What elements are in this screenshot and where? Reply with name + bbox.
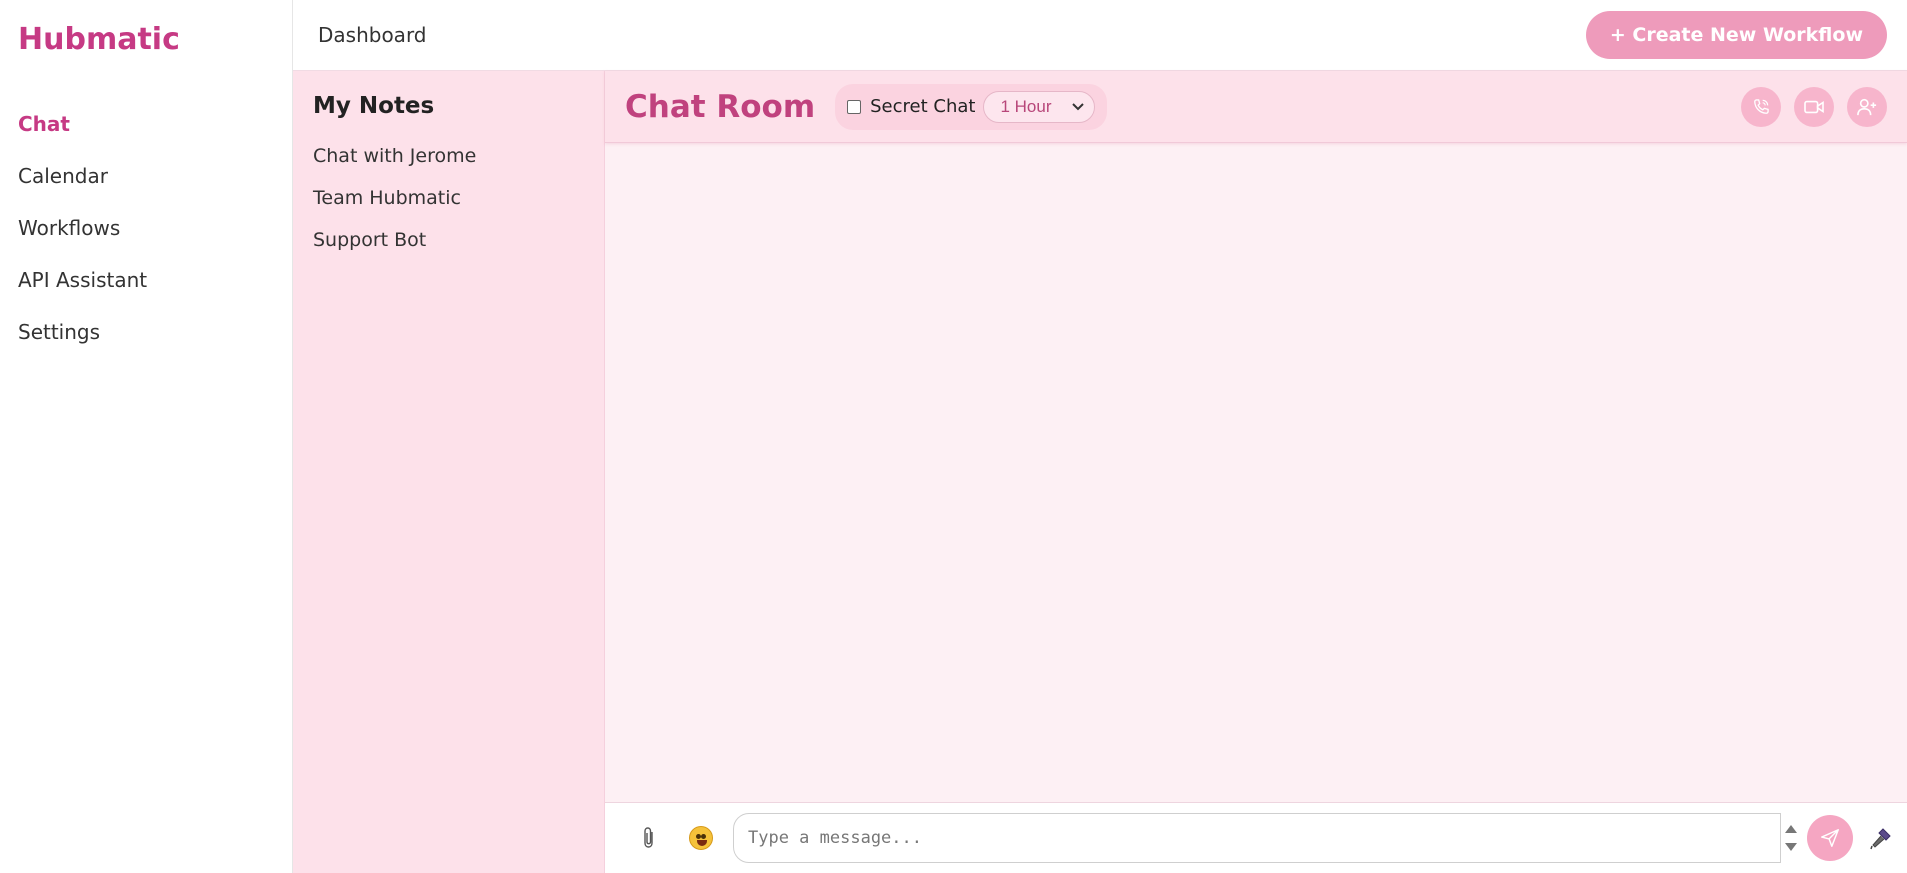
secret-chat-control: Secret Chat 1 Hour — [835, 83, 1108, 130]
spinner-up-icon[interactable] — [1785, 825, 1797, 833]
phone-icon — [1754, 98, 1769, 114]
secret-chat-label[interactable]: Secret Chat — [870, 96, 975, 117]
emoji-icon[interactable] — [689, 826, 713, 850]
sidebar-item-settings[interactable]: Settings — [0, 310, 292, 362]
chat-header-actions — [1741, 86, 1887, 127]
notes-title: My Notes — [313, 93, 435, 119]
sidebar-item-api-assistant[interactable]: API Assistant — [0, 258, 292, 310]
timer-select[interactable]: 1 Hour — [983, 90, 1096, 123]
voice-message-button[interactable] — [1867, 824, 1895, 852]
add-user-button[interactable] — [1847, 86, 1887, 127]
spinner-down-icon[interactable] — [1785, 843, 1797, 851]
voice-call-button[interactable] — [1741, 86, 1781, 127]
attach-button[interactable] — [635, 824, 663, 852]
add-user-icon — [1857, 98, 1877, 115]
top-bar: Dashboard + Create New Workflow — [293, 0, 1907, 71]
secret-chat-checkbox[interactable] — [847, 99, 862, 114]
message-composer — [605, 802, 1907, 873]
page-title: Dashboard — [318, 23, 427, 47]
send-button[interactable] — [1807, 815, 1853, 861]
message-list[interactable] — [605, 143, 1907, 802]
brand-logo[interactable]: Hubmatic — [0, 0, 292, 102]
message-input[interactable] — [733, 813, 1781, 863]
sidebar-nav: Chat Calendar Workflows API Assistant Se… — [0, 102, 292, 362]
sidebar-item-workflows[interactable]: Workflows — [0, 206, 292, 258]
paperclip-icon — [644, 827, 653, 848]
input-spinner[interactable] — [1785, 825, 1797, 851]
chat-title: Chat Room — [625, 88, 816, 125]
video-call-button[interactable] — [1794, 86, 1834, 127]
send-icon — [1821, 829, 1839, 847]
sidebar: Hubmatic Chat Calendar Workflows API Ass… — [0, 0, 293, 873]
note-item-chat-with-jerome[interactable]: Chat with Jerome — [313, 135, 584, 177]
video-icon — [1804, 100, 1824, 113]
create-workflow-button[interactable]: + Create New Workflow — [1585, 11, 1887, 59]
sidebar-item-chat[interactable]: Chat — [0, 102, 292, 154]
sidebar-item-calendar[interactable]: Calendar — [0, 154, 292, 206]
notes-panel: My Notes Chat with Jerome Team Hubmatic … — [293, 71, 605, 873]
chat-panel: Chat Room Secret Chat 1 Hour — [605, 71, 1907, 873]
chat-header: Chat Room Secret Chat 1 Hour — [605, 71, 1907, 143]
note-item-team-hubmatic[interactable]: Team Hubmatic — [313, 177, 584, 219]
note-item-support-bot[interactable]: Support Bot — [313, 219, 584, 261]
app-root: Hubmatic Chat Calendar Workflows API Ass… — [0, 0, 1907, 873]
content-area: My Notes Chat with Jerome Team Hubmatic … — [293, 71, 1907, 873]
main-area: Dashboard + Create New Workflow My Notes… — [293, 0, 1907, 873]
microphone-icon — [1870, 828, 1891, 850]
timer-select-value: 1 Hour — [1000, 96, 1052, 116]
chevron-down-icon — [1072, 102, 1085, 110]
